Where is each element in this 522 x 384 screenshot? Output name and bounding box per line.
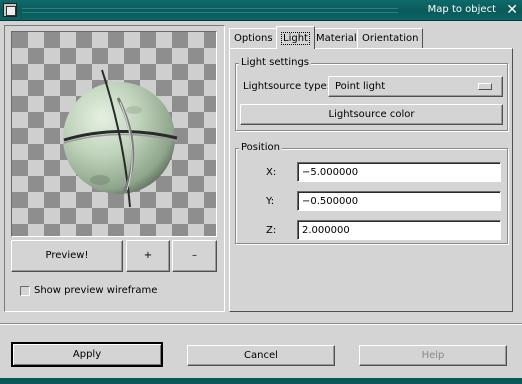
- help-button[interactable]: Help: [359, 345, 507, 366]
- help-button-label: Help: [421, 349, 445, 361]
- light-settings-title: Light settings: [239, 57, 312, 68]
- show-wireframe-label: Show preview wireframe: [34, 285, 158, 296]
- window-bottom-edge: [0, 378, 522, 384]
- cancel-button-label: Cancel: [244, 349, 278, 361]
- lightsource-type-select[interactable]: Point light: [328, 76, 503, 97]
- x-value: −5.000000: [302, 166, 359, 178]
- tab-orientation[interactable]: Orientation: [357, 28, 424, 48]
- tab-light-label: Light: [281, 31, 310, 45]
- dialog-separator: [0, 323, 522, 325]
- position-title: Position: [239, 142, 282, 153]
- show-wireframe-checkbox[interactable]: [20, 286, 30, 296]
- preview-button-label: Preview!: [45, 250, 89, 261]
- zoom-out-label: –: [192, 250, 197, 261]
- tab-material[interactable]: Material: [311, 28, 362, 48]
- tab-material-label: Material: [316, 33, 357, 44]
- preview-button[interactable]: Preview!: [11, 240, 123, 272]
- tab-options[interactable]: Options: [229, 28, 278, 48]
- close-icon[interactable]: ✕: [506, 1, 518, 19]
- title-bar: Map to object ✕: [0, 0, 522, 21]
- zoom-out-button[interactable]: –: [172, 240, 217, 272]
- lightsource-type-value: Point light: [335, 80, 386, 92]
- option-menu-indicator-icon: [478, 83, 492, 90]
- y-input[interactable]: −0.500000: [297, 191, 501, 211]
- apply-button[interactable]: Apply: [11, 342, 163, 367]
- y-value: −0.500000: [302, 195, 359, 207]
- zoom-in-button[interactable]: +: [126, 240, 170, 272]
- zoom-in-label: +: [143, 250, 153, 261]
- tab-light[interactable]: Light: [276, 26, 315, 49]
- z-input[interactable]: 2.000000: [297, 220, 501, 240]
- z-label: Z:: [266, 225, 277, 236]
- z-value: 2.000000: [302, 224, 350, 236]
- y-label: Y:: [266, 196, 275, 207]
- tab-options-label: Options: [234, 33, 273, 44]
- x-input[interactable]: −5.000000: [297, 162, 501, 182]
- window-title: Map to object: [427, 4, 496, 15]
- window-menu-icon[interactable]: [3, 3, 17, 17]
- apply-button-label: Apply: [72, 348, 102, 360]
- preview-canvas: [11, 31, 217, 237]
- title-bar-decoration: [22, 8, 398, 13]
- lightsource-color-button[interactable]: Lightsource color: [240, 104, 503, 125]
- x-label: X:: [266, 167, 277, 178]
- tab-orientation-label: Orientation: [362, 33, 419, 44]
- cancel-button[interactable]: Cancel: [187, 345, 335, 366]
- preview-image: [12, 32, 216, 236]
- lightsource-color-label: Lightsource color: [328, 108, 415, 120]
- lightsource-type-label: Lightsource type:: [243, 81, 331, 92]
